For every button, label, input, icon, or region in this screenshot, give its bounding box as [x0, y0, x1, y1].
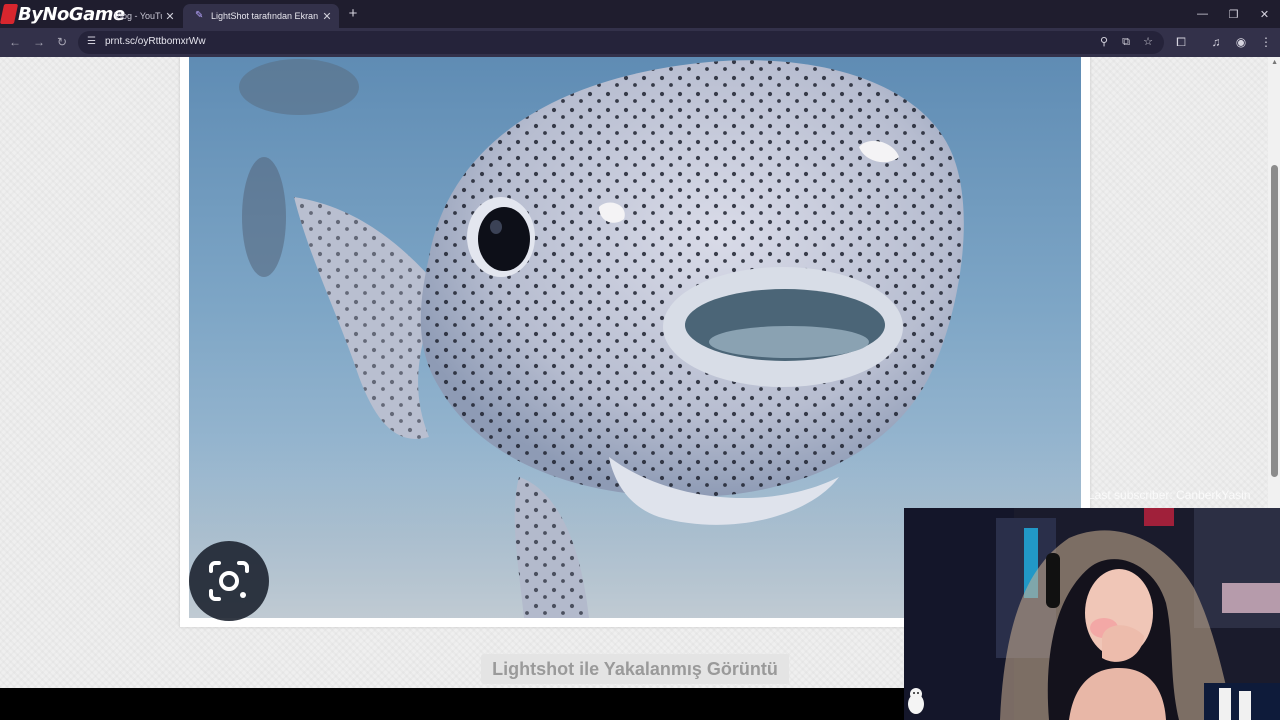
toolbar: ← → ↻ ☰ prnt.sc/oyRttbomxrWw ⚲ ⧉ ☆ ⧠ ♫ ◉… [0, 28, 1280, 57]
media-controls-icon[interactable]: ♫ [1208, 34, 1224, 50]
last-subscriber-text: Last subscriber: CanberkYasin [1088, 488, 1251, 502]
scroll-up-arrow-icon[interactable]: ▲ [1271, 59, 1278, 66]
close-window-icon[interactable]: ✕ [1249, 0, 1280, 28]
logo-mark-icon [0, 4, 19, 24]
stream-bottom-bar [0, 688, 904, 720]
camera-lens-icon[interactable] [189, 541, 269, 621]
tab-youtube[interactable]: Vlog - YouTube ✕ [100, 4, 182, 28]
cat-mascot-icon [908, 688, 924, 714]
close-icon[interactable]: ✕ [319, 10, 335, 23]
install-app-icon[interactable]: ⧉ [1119, 35, 1133, 49]
streamer-webcam-image [904, 508, 1280, 720]
bookmark-star-icon[interactable]: ☆ [1141, 35, 1155, 49]
restore-icon[interactable]: ❐ [1218, 0, 1249, 28]
plus-icon[interactable]: + [345, 6, 361, 22]
site-info-icon[interactable]: ☰ [87, 36, 99, 48]
more-menu-icon[interactable]: ⋮ [1258, 34, 1274, 50]
page-caption: Lightshot ile Yakalanmış Görüntü [481, 654, 789, 684]
lightshot-feather-icon: ✎ [195, 10, 204, 21]
tab-bar: ByNoGame Vlog - YouTube ✕ ✎ LightShot ta… [0, 0, 1280, 28]
tab-label: Vlog - YouTube [114, 11, 162, 21]
webcam-feed [904, 508, 1280, 720]
profile-avatar-icon[interactable]: ◉ [1233, 34, 1249, 50]
zoom-icon[interactable]: ⚲ [1097, 35, 1111, 49]
minimize-icon[interactable]: — [1187, 0, 1218, 28]
address-bar[interactable]: ☰ prnt.sc/oyRttbomxrWw ⚲ ⧉ ☆ [78, 31, 1164, 54]
tab-label: LightShot tarafından Ekran Görüntüsü [211, 11, 319, 21]
close-icon[interactable]: ✕ [162, 10, 178, 23]
forward-arrow-icon[interactable]: → [31, 34, 47, 50]
back-arrow-icon[interactable]: ← [7, 34, 23, 50]
reload-icon[interactable]: ↻ [54, 34, 70, 50]
tab-lightshot[interactable]: ✎ LightShot tarafından Ekran Görüntüsü ✕ [183, 4, 339, 28]
window-controls: — ❐ ✕ [1187, 0, 1280, 28]
url-text[interactable]: prnt.sc/oyRttbomxrWw [105, 36, 206, 47]
scrollbar-thumb[interactable] [1271, 165, 1278, 477]
extensions-icon[interactable]: ⧠ [1173, 34, 1189, 50]
